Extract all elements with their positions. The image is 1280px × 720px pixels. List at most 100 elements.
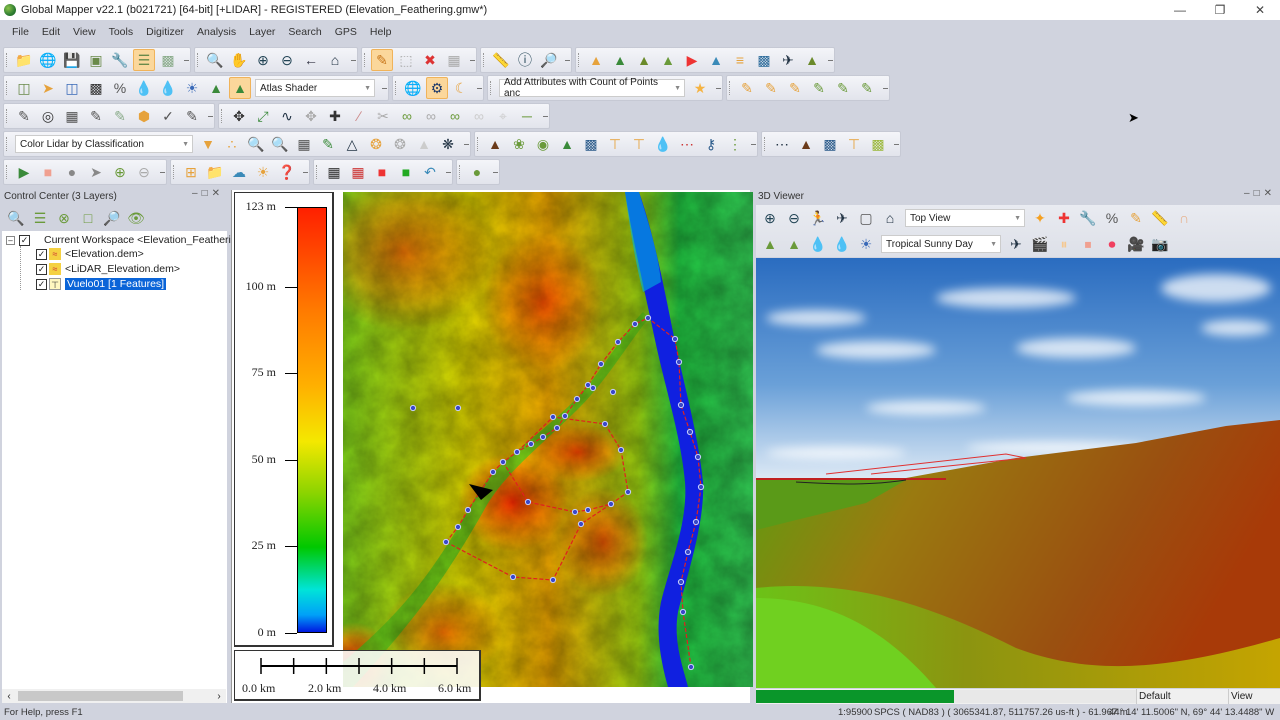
flight-vertex[interactable] [607, 500, 615, 508]
control-center-icon[interactable]: ☰ [133, 49, 155, 71]
pole-icon[interactable]: ⊤ [604, 133, 626, 155]
workspace-checkbox[interactable]: ✓ [19, 234, 30, 246]
home-icon[interactable]: ⌂ [879, 207, 901, 229]
segment-icon[interactable]: ❂ [389, 133, 411, 155]
add-layer-icon[interactable]: ⊕ [109, 161, 131, 183]
transparency-icon[interactable]: % [109, 77, 131, 99]
flight-vertex[interactable] [679, 608, 687, 616]
layer-checkbox[interactable]: ✓ [36, 248, 47, 260]
viewer3d-canvas[interactable] [756, 258, 1280, 688]
auto-extract-icon[interactable]: ▩ [867, 133, 889, 155]
ground-icon[interactable]: ▲ [484, 133, 506, 155]
delete-feature-icon[interactable]: ✖ [419, 49, 441, 71]
crosshair-orange-icon[interactable]: ✦ [1029, 207, 1051, 229]
flight-vertex[interactable] [694, 453, 702, 461]
reproject-icon[interactable]: ➤ [37, 77, 59, 99]
globe-icon[interactable]: 🌐 [37, 49, 59, 71]
stamp-icon[interactable]: ✎ [181, 105, 203, 127]
water-level-down-icon[interactable]: 💧 [157, 77, 179, 99]
viewer3d-scene[interactable] [756, 258, 1280, 688]
settings-gear-icon[interactable]: ⚙ [426, 77, 448, 99]
green-box-icon[interactable]: ■ [395, 161, 417, 183]
minimize-button[interactable]: — [1160, 0, 1200, 20]
layer-checkbox[interactable]: ✓ [36, 263, 47, 275]
flight-vertex[interactable] [539, 433, 547, 441]
record-icon[interactable]: ⏺ [1101, 233, 1123, 255]
water-down-icon[interactable]: 💧 [831, 233, 853, 255]
select-area-icon[interactable]: ▦ [443, 49, 465, 71]
export-folder-icon[interactable]: 📁 [204, 161, 226, 183]
flight-vertex[interactable] [686, 428, 694, 436]
flight-vertex[interactable] [584, 381, 592, 389]
menu-digitizer[interactable]: Digitizer [146, 26, 184, 38]
layer-item-vuelo01[interactable]: ✓ ⊤ Vuelo01 [1 Features] [36, 278, 167, 290]
flight-vertex[interactable] [687, 663, 695, 671]
shader-icon[interactable]: ▲ [229, 77, 251, 99]
volume-icon[interactable]: ▲ [633, 49, 655, 71]
view-shed-icon[interactable]: ▶ [681, 49, 703, 71]
check-edit-icon[interactable]: ✓ [157, 105, 179, 127]
pause-icon[interactable]: ⏸ [1053, 233, 1075, 255]
flight-vertex[interactable] [597, 360, 605, 368]
high-vegetation-icon[interactable]: ▲ [556, 133, 578, 155]
measure-icon[interactable]: 📏 [490, 49, 512, 71]
flight-vertex[interactable] [631, 320, 639, 328]
auto-ground-icon[interactable]: ⋯ [771, 133, 793, 155]
flight-vertex[interactable] [464, 506, 472, 514]
edit-lidar-icon[interactable]: ✎ [317, 133, 339, 155]
zoom-box-icon[interactable]: 🔍 [204, 49, 226, 71]
layer-item-lidar-elevation[interactable]: ✓ ≈ <LiDAR_Elevation.dem> [36, 263, 180, 275]
flight-vertex[interactable] [442, 538, 450, 546]
video-camera-icon[interactable]: 🎥 [1125, 233, 1147, 255]
pencil-icon[interactable]: ✎ [1125, 207, 1147, 229]
combine-icon[interactable]: ∞ [420, 105, 442, 127]
shader-select[interactable]: Atlas Shader ▼ [255, 79, 375, 97]
flight-vertex[interactable] [454, 523, 462, 531]
layer-item-elevation[interactable]: ✓ ≈ <Elevation.dem> [36, 248, 144, 260]
terrain-profile-icon[interactable]: ▲ [585, 49, 607, 71]
info-icon[interactable]: ⓘ [514, 49, 536, 71]
classify-icon[interactable]: ❂ [365, 133, 387, 155]
insert-vertex-icon[interactable]: ✚ [324, 105, 346, 127]
tree-lidar-icon[interactable]: ▲ [413, 133, 435, 155]
cut-icon[interactable]: ✂ [372, 105, 394, 127]
digitize-xy-icon[interactable]: ✎ [13, 105, 35, 127]
path-profile-icon[interactable]: ✈ [777, 49, 799, 71]
menu-file[interactable]: File [12, 26, 29, 38]
flight-vertex[interactable] [553, 424, 561, 432]
scale-feature-icon[interactable]: ⤢ [252, 105, 274, 127]
camera-icon[interactable]: 📷 [1149, 233, 1171, 255]
help-icon[interactable]: ❓ [276, 161, 298, 183]
flight-vertex[interactable] [499, 458, 507, 466]
rail-icon[interactable]: ⋯ [676, 133, 698, 155]
create-curve-icon[interactable]: ✎ [784, 77, 806, 99]
ruler-icon[interactable]: ─ [516, 105, 538, 127]
3d-box-icon[interactable]: ▩ [85, 77, 107, 99]
auto-terrain-icon[interactable]: ▲ [795, 133, 817, 155]
walk-icon[interactable]: 🏃 [807, 207, 829, 229]
magnet-icon[interactable]: ∩ [1173, 207, 1195, 229]
water-level-up-icon[interactable]: 💧 [133, 77, 155, 99]
flight-vertex[interactable] [589, 384, 597, 392]
layer-search-icon[interactable]: 🔎 [101, 207, 123, 229]
key-points-icon[interactable]: ⚷ [700, 133, 722, 155]
edit-area-icon[interactable]: ✎ [109, 105, 131, 127]
wireframe-cube-icon[interactable]: ▢ [855, 207, 877, 229]
sun-shading-icon[interactable]: ☀ [181, 77, 203, 99]
panel-controls[interactable]: –□✕ [192, 188, 224, 199]
save-icon[interactable]: 💾 [61, 49, 83, 71]
menu-help[interactable]: Help [370, 26, 392, 38]
hierarchy-icon[interactable]: ⊞ [180, 161, 202, 183]
scroll-thumb[interactable] [18, 691, 183, 701]
cut-fill-icon[interactable]: ▲ [657, 49, 679, 71]
filter-icon[interactable]: ▼ [197, 133, 219, 155]
range-ring-icon[interactable]: ◎ [37, 105, 59, 127]
wrench-icon[interactable]: 🔧 [1077, 207, 1099, 229]
flight-vertex[interactable] [677, 401, 685, 409]
flight-vertex[interactable] [577, 520, 585, 528]
triangle-icon[interactable]: △ [341, 133, 363, 155]
point-cloud-icon[interactable]: ∴ [221, 133, 243, 155]
menu-analysis[interactable]: Analysis [197, 26, 236, 38]
swipe-icon[interactable]: ◫ [61, 77, 83, 99]
sun-position-icon[interactable]: ☀ [855, 233, 877, 255]
